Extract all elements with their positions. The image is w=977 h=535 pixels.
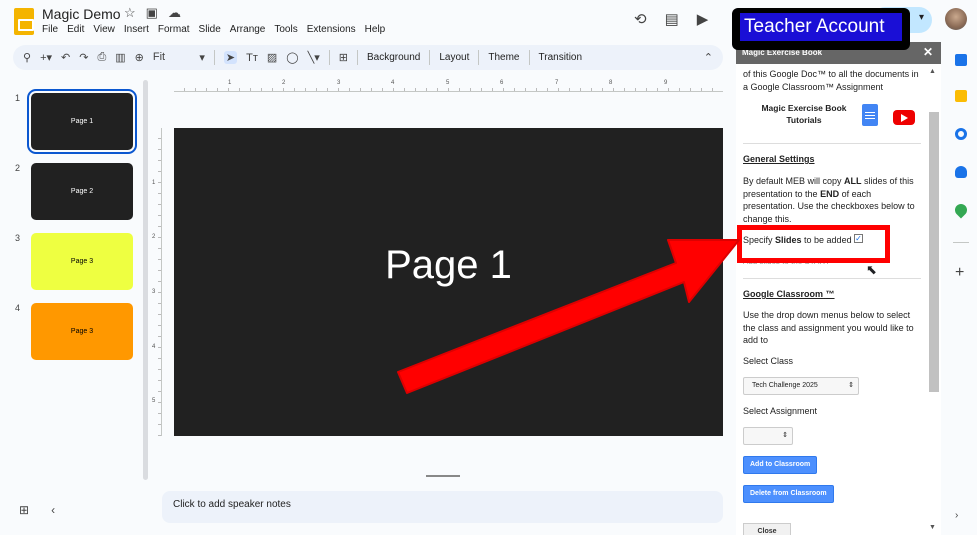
mouse-pointer-icon: ⬉ [866,262,877,277]
annotation-arrow-shape [397,239,740,394]
annotation-arrow [397,239,740,394]
